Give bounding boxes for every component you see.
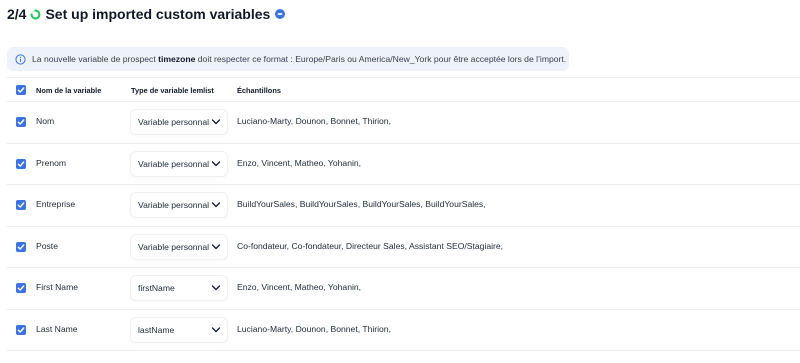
timezone-info-banner: La nouvelle variable de prospect timezon… bbox=[7, 47, 569, 71]
variable-samples: Luciano-Marty, Dounon, Bonnet, Thirion, bbox=[237, 323, 391, 334]
table-row: Nom Variable personnal Luciano-Marty, Do… bbox=[7, 102, 800, 144]
chevron-down-icon bbox=[211, 119, 221, 125]
table-row: Last Name lastName Luciano-Marty, Dounon… bbox=[7, 310, 800, 351]
check-icon bbox=[17, 285, 25, 291]
banner-text-after: doit respecter ce format : Europe/Paris … bbox=[195, 54, 567, 64]
chevron-down-icon bbox=[211, 160, 221, 166]
variable-type-select[interactable]: firstName bbox=[131, 276, 227, 300]
page-title: Set up imported custom variables bbox=[45, 6, 271, 22]
row-checkbox[interactable] bbox=[16, 200, 26, 210]
variables-table: Nom de la variable Type de variable leml… bbox=[7, 77, 800, 351]
info-icon bbox=[15, 53, 26, 65]
page-header: 2/4 Set up imported custom variables bbox=[7, 4, 286, 24]
variable-name: Prenom bbox=[36, 157, 67, 168]
variable-samples: Enzo, Vincent, Matheo, Yohanin, bbox=[237, 157, 362, 168]
variable-name: Last Name bbox=[36, 323, 78, 334]
column-header-type: Type de variable lemlist bbox=[131, 86, 214, 95]
select-value: Variable personnal bbox=[138, 117, 210, 127]
chevron-down-icon bbox=[211, 285, 221, 291]
chevron-down-icon bbox=[211, 243, 221, 249]
check-icon bbox=[17, 119, 25, 125]
row-checkbox[interactable] bbox=[16, 283, 26, 293]
variable-name: Poste bbox=[36, 240, 58, 251]
column-header-samples: Échantillons bbox=[237, 86, 281, 95]
variable-type-select[interactable]: Variable personnal bbox=[131, 234, 227, 259]
row-checkbox[interactable] bbox=[16, 158, 26, 169]
check-icon bbox=[17, 87, 25, 93]
select-value: lastName bbox=[138, 324, 175, 335]
variable-samples: BuildYourSales, BuildYourSales, BuildYou… bbox=[237, 199, 486, 209]
row-checkbox[interactable] bbox=[16, 117, 26, 127]
row-checkbox[interactable] bbox=[16, 241, 26, 252]
select-value: firstName bbox=[138, 283, 175, 293]
variable-type-select[interactable]: lastName bbox=[131, 317, 227, 342]
table-row: Entreprise Variable personnal BuildYourS… bbox=[7, 185, 800, 227]
table-row: First Name firstName Enzo, Vincent, Math… bbox=[7, 268, 800, 310]
variable-name: Entreprise bbox=[36, 199, 76, 209]
select-value: Variable personnal bbox=[138, 241, 210, 252]
progress-ring-icon bbox=[31, 9, 41, 19]
step-counter: 2/4 bbox=[7, 6, 27, 22]
row-checkbox[interactable] bbox=[16, 324, 26, 335]
variable-samples: Co-fondateur, Co-fondateur, Directeur Sa… bbox=[237, 240, 504, 251]
variable-samples: Luciano-Marty, Dounon, Bonnet, Thirion, bbox=[237, 116, 391, 126]
variable-name: Nom bbox=[36, 116, 55, 126]
table-row: Poste Variable personnal Co-fondateur, C… bbox=[7, 227, 800, 268]
banner-text: La nouvelle variable de prospect timezon… bbox=[32, 54, 566, 64]
banner-text-before: La nouvelle variable de prospect bbox=[32, 54, 159, 64]
help-dot-icon[interactable] bbox=[275, 9, 286, 19]
variable-name: First Name bbox=[36, 282, 79, 292]
variable-type-select[interactable]: Variable personnal bbox=[131, 151, 227, 176]
chevron-down-icon bbox=[211, 202, 221, 208]
check-icon bbox=[17, 243, 25, 250]
select-value: Variable personnal bbox=[138, 200, 210, 210]
variable-type-select[interactable]: Variable personnal bbox=[131, 193, 227, 217]
check-icon bbox=[17, 202, 25, 208]
select-all-checkbox[interactable] bbox=[16, 85, 26, 95]
chevron-down-icon bbox=[211, 326, 221, 332]
variable-samples: Enzo, Vincent, Matheo, Yohanin, bbox=[237, 282, 362, 292]
check-icon bbox=[17, 326, 25, 333]
column-header-name: Nom de la variable bbox=[36, 86, 102, 95]
select-value: Variable personnal bbox=[138, 158, 210, 169]
check-icon bbox=[17, 160, 25, 167]
table-row: Prenom Variable personnal Enzo, Vincent,… bbox=[7, 144, 800, 185]
table-header-row: Nom de la variable Type de variable leml… bbox=[7, 77, 800, 102]
banner-keyword: timezone bbox=[158, 54, 196, 64]
variable-type-select[interactable]: Variable personnal bbox=[131, 110, 227, 134]
